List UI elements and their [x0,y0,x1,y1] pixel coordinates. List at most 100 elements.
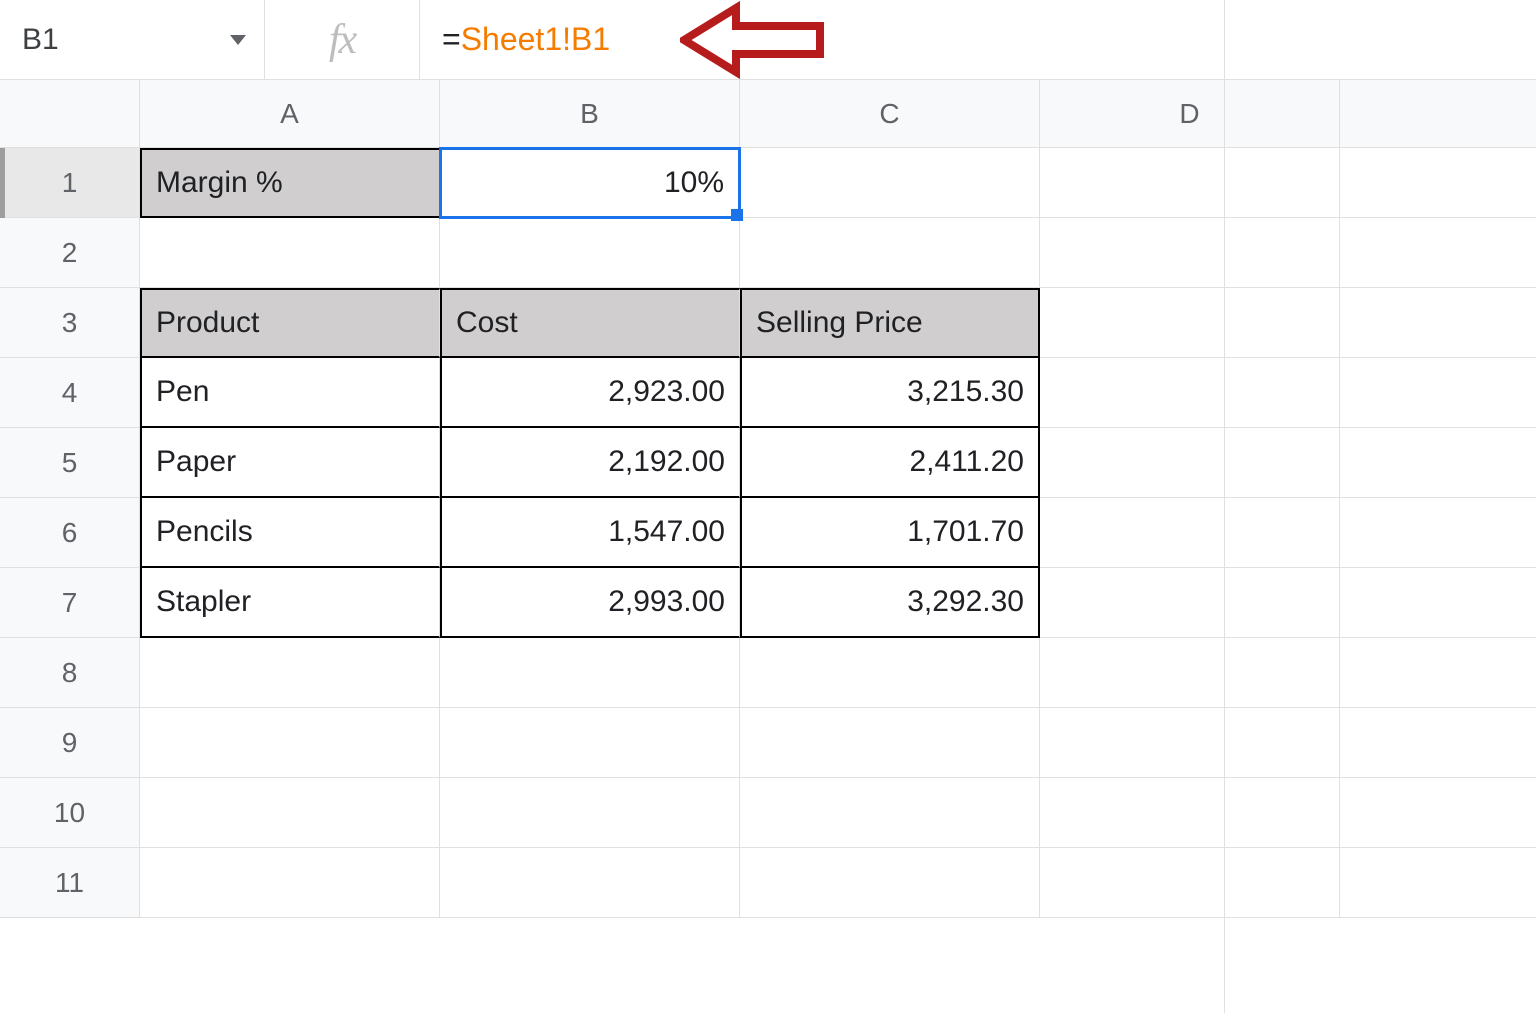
cell-D11[interactable] [1040,848,1340,918]
cell-B4[interactable]: 2,923.00 [440,358,740,428]
cell-A7[interactable]: Stapler [140,568,440,638]
column-label: A [280,98,299,130]
row-header-3[interactable]: 3 [0,288,140,358]
cell-C1[interactable] [740,148,1040,218]
cell-C5[interactable]: 2,411.20 [740,428,1040,498]
cell-C7[interactable]: 3,292.30 [740,568,1040,638]
row-header-4[interactable]: 4 [0,358,140,428]
cell-C2[interactable] [740,218,1040,288]
cell-A5[interactable]: Paper [140,428,440,498]
cell-A1[interactable]: Margin % [140,148,440,218]
cell-D2[interactable] [1040,218,1340,288]
cell-E8[interactable] [1340,638,1536,708]
row-header-9[interactable]: 9 [0,708,140,778]
cell-A4[interactable]: Pen [140,358,440,428]
cell-B5[interactable]: 2,192.00 [440,428,740,498]
cell-D5[interactable] [1040,428,1340,498]
row-header-8[interactable]: 8 [0,638,140,708]
fill-handle[interactable] [731,209,743,221]
cell-C8[interactable] [740,638,1040,708]
cell-E3[interactable] [1340,288,1536,358]
cell-B9[interactable] [440,708,740,778]
cell-E7[interactable] [1340,568,1536,638]
cell-A8[interactable] [140,638,440,708]
cell-D6[interactable] [1040,498,1340,568]
row-header-2[interactable]: 2 [0,218,140,288]
cell-value: Pen [156,375,209,409]
cell-E1[interactable] [1340,148,1536,218]
cell-D3[interactable] [1040,288,1340,358]
column-label: D [1179,98,1199,130]
row-label: 9 [62,727,78,759]
select-all-corner[interactable] [0,80,140,148]
cell-C11[interactable] [740,848,1040,918]
cell-A9[interactable] [140,708,440,778]
row-header-10[interactable]: 10 [0,778,140,848]
row-header-5[interactable]: 5 [0,428,140,498]
cell-D10[interactable] [1040,778,1340,848]
column-label: B [580,98,599,130]
cell-C9[interactable] [740,708,1040,778]
cell-B1[interactable]: 10% [440,148,740,218]
cell-value: Pencils [156,515,253,549]
cell-value: 2,923.00 [608,375,725,409]
cell-value: Paper [156,445,236,479]
cell-value: Stapler [156,585,251,619]
cell-B6[interactable]: 1,547.00 [440,498,740,568]
cell-E11[interactable] [1340,848,1536,918]
cell-E10[interactable] [1340,778,1536,848]
cell-D8[interactable] [1040,638,1340,708]
cell-B3[interactable]: Cost [440,288,740,358]
row-header-6[interactable]: 6 [0,498,140,568]
column-header-A[interactable]: A [140,80,440,148]
column-label: C [879,98,899,130]
formula-input[interactable]: =Sheet1!B1 [420,0,1536,79]
cell-A3[interactable]: Product [140,288,440,358]
name-box[interactable]: B1 [0,0,265,79]
cell-A11[interactable] [140,848,440,918]
fx-icon: fx [329,16,355,64]
row-header-7[interactable]: 7 [0,568,140,638]
cell-D1[interactable] [1040,148,1340,218]
cell-B11[interactable] [440,848,740,918]
cell-value: 1,547.00 [608,515,725,549]
column-header-blank[interactable] [1340,80,1536,148]
cell-E9[interactable] [1340,708,1536,778]
cell-C10[interactable] [740,778,1040,848]
cell-C6[interactable]: 1,701.70 [740,498,1040,568]
column-header-B[interactable]: B [440,80,740,148]
row-label: 1 [62,167,78,199]
row-header-1[interactable]: 1 [0,148,140,218]
cell-A6[interactable]: Pencils [140,498,440,568]
cell-C3[interactable]: Selling Price [740,288,1040,358]
dropdown-icon[interactable] [230,35,246,45]
row-header-11[interactable]: 11 [0,848,140,918]
column-header-C[interactable]: C [740,80,1040,148]
row-label: 2 [62,237,78,269]
cell-E6[interactable] [1340,498,1536,568]
right-crop-edge [1224,0,1225,1013]
cell-E4[interactable] [1340,358,1536,428]
cell-B2[interactable] [440,218,740,288]
formula-reference: Sheet1!B1 [461,21,610,58]
fx-button[interactable]: fx [265,0,420,79]
cell-B8[interactable] [440,638,740,708]
cell-value: 3,215.30 [907,375,1024,409]
cell-D9[interactable] [1040,708,1340,778]
cell-E5[interactable] [1340,428,1536,498]
cell-C4[interactable]: 3,215.30 [740,358,1040,428]
cell-B7[interactable]: 2,993.00 [440,568,740,638]
cell-D7[interactable] [1040,568,1340,638]
cell-value: Product [156,306,259,340]
row-label: 10 [54,797,85,829]
cell-value: 1,701.70 [907,515,1024,549]
row-1-active-indicator [0,148,5,218]
cell-A10[interactable] [140,778,440,848]
cell-B10[interactable] [440,778,740,848]
column-header-D[interactable]: D [1040,80,1340,148]
cell-value: Selling Price [756,306,923,340]
spreadsheet-grid[interactable]: A B C D 1 Margin % 10% 2 3 Product Cost … [0,80,1536,918]
cell-D4[interactable] [1040,358,1340,428]
cell-E2[interactable] [1340,218,1536,288]
cell-A2[interactable] [140,218,440,288]
